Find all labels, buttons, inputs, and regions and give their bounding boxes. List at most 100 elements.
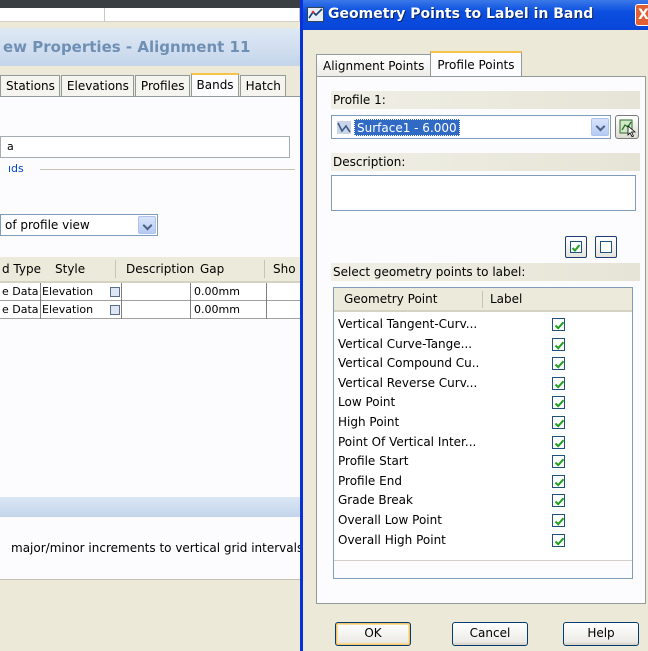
label-checkbox[interactable] [552, 376, 565, 390]
geometry-point-name: Low Point [338, 395, 396, 410]
profile-select[interactable]: Surface1 - 6.000 [331, 115, 611, 139]
background-description-text: major/minor increments to vertical grid … [11, 541, 300, 555]
background-info-bar [0, 497, 300, 517]
geometry-point-row[interactable]: Vertical Reverse Curv... [334, 374, 632, 394]
group-divider [40, 169, 295, 170]
geometry-point-row[interactable]: Profile Start [334, 452, 632, 472]
ok-button[interactable]: OK [335, 622, 411, 646]
uncheck-all-button[interactable] [595, 236, 617, 258]
dialog-title-bar[interactable]: Geometry Points to Label in Band X [303, 0, 648, 30]
geometry-point-row[interactable]: Profile End [334, 472, 632, 492]
tab-hatch[interactable]: Hatch [239, 75, 286, 97]
geometry-point-name: Profile End [338, 473, 402, 488]
label-checkbox[interactable] [552, 337, 565, 351]
tab-profile-points[interactable]: Profile Points [430, 51, 522, 77]
background-title-bar: ew Properties - Alignment 11 [0, 28, 300, 66]
col-header-geometry-point[interactable]: Geometry Point [344, 292, 437, 306]
tab-elevations[interactable]: Elevations [60, 75, 134, 97]
col-header-label[interactable]: Label [490, 292, 522, 306]
background-tab-strip: Stations Elevations Profiles Bands Hatch [0, 73, 287, 97]
geometry-point-name: Overall High Point [338, 532, 446, 547]
bands-table: d Type Style Description Gap Sho e Data … [0, 257, 300, 319]
cell-border [190, 283, 191, 301]
uncheck-all-icon [600, 241, 612, 253]
background-field-text: a [7, 140, 14, 153]
checkmark-icon [554, 439, 565, 448]
table-row[interactable]: e Data Elevation 0.00mm [0, 301, 300, 319]
geometry-point-name: Vertical Compound Cu... [338, 356, 480, 371]
profile-label: Profile 1: [333, 93, 386, 107]
close-icon[interactable]: X [635, 4, 648, 26]
location-select[interactable]: of profile view [0, 214, 158, 236]
geometry-point-row[interactable]: Overall High Point [334, 531, 632, 551]
geometry-point-row[interactable]: High Point [334, 413, 632, 433]
label-checkbox[interactable] [552, 435, 565, 449]
grid-body: Vertical Tangent-Curv... Vertical Curve-T… [334, 312, 632, 550]
checkmark-icon [554, 419, 565, 428]
background-text-field[interactable]: a [0, 136, 290, 158]
style-edit-icon[interactable] [110, 305, 120, 315]
col-header-style[interactable]: Style [55, 262, 85, 276]
label-checkbox[interactable] [552, 474, 565, 488]
row-style: Elevation [42, 285, 94, 298]
cancel-button[interactable]: Cancel [452, 622, 528, 646]
description-field[interactable] [331, 175, 636, 211]
table-row[interactable]: e Data Elevation 0.00mm [0, 283, 300, 301]
geometry-point-row[interactable]: Grade Break [334, 491, 632, 511]
chevron-down-icon[interactable] [138, 216, 156, 234]
label-checkbox[interactable] [552, 415, 565, 429]
label-checkbox[interactable] [552, 494, 565, 508]
geometry-point-row[interactable]: Vertical Tangent-Curv... [334, 315, 632, 335]
description-label: Description: [333, 155, 406, 169]
profile-select-value: Surface1 - 6.000 [354, 119, 460, 136]
checkmark-icon [554, 537, 565, 546]
pick-from-drawing-button[interactable] [615, 115, 639, 139]
checkmark-icon [554, 478, 565, 487]
tab-bands[interactable]: Bands [190, 73, 239, 97]
col-separator [115, 260, 116, 278]
col-separator [482, 291, 483, 308]
pick-profile-icon [619, 119, 637, 138]
col-header-show[interactable]: Sho [273, 262, 296, 276]
row-gap: 0.00mm [194, 303, 240, 316]
label-checkbox[interactable] [552, 455, 565, 469]
checkmark-icon [571, 244, 581, 252]
col-header-description[interactable]: Description [126, 262, 194, 276]
style-edit-icon[interactable] [110, 287, 120, 297]
label-checkbox[interactable] [552, 318, 565, 331]
checkmark-icon [554, 497, 565, 507]
geometry-point-row[interactable]: Overall Low Point [334, 511, 632, 531]
row-gap: 0.00mm [194, 285, 240, 298]
geometry-point-name: Vertical Tangent-Curv... [338, 317, 478, 331]
profile-points-panel: Profile 1: Surface1 - 6.000 Description: [316, 76, 646, 604]
cell-border [121, 301, 122, 319]
row-type: e Data [2, 285, 39, 298]
geometry-points-dialog: Geometry Points to Label in Band X Align… [300, 0, 648, 651]
chevron-down-icon[interactable] [591, 118, 609, 136]
col-separator [264, 260, 265, 278]
label-checkbox[interactable] [552, 533, 565, 547]
label-checkbox[interactable] [552, 513, 565, 527]
geometry-point-row[interactable]: Vertical Compound Cu... [334, 354, 632, 374]
checkmark-icon [554, 321, 565, 330]
bands-table-header: d Type Style Description Gap Sho [0, 257, 300, 283]
geometry-point-row[interactable]: Vertical Curve-Tange... [334, 335, 632, 355]
tab-alignment-points[interactable]: Alignment Points [316, 54, 432, 77]
label-checkbox[interactable] [552, 357, 565, 371]
col-header-type[interactable]: d Type [2, 262, 41, 276]
check-all-button[interactable] [565, 236, 587, 258]
geometry-point-row[interactable]: Low Point [334, 393, 632, 413]
col-header-gap[interactable]: Gap [200, 262, 224, 276]
grid-horizontal-scrollbar[interactable] [334, 560, 632, 578]
cell-border [190, 301, 191, 319]
geometry-point-row[interactable]: Point Of Vertical Inter... [334, 433, 632, 453]
label-checkbox[interactable] [552, 396, 565, 410]
geometry-point-name: Profile Start [338, 454, 409, 469]
toolbar-cell [105, 8, 300, 22]
cell-border [121, 283, 122, 301]
check-all-icon [570, 241, 582, 253]
tab-stations[interactable]: Stations [0, 75, 60, 97]
help-button[interactable]: Help [563, 622, 639, 646]
geometry-point-name: Point Of Vertical Inter... [338, 434, 477, 449]
tab-profiles[interactable]: Profiles [134, 75, 190, 97]
